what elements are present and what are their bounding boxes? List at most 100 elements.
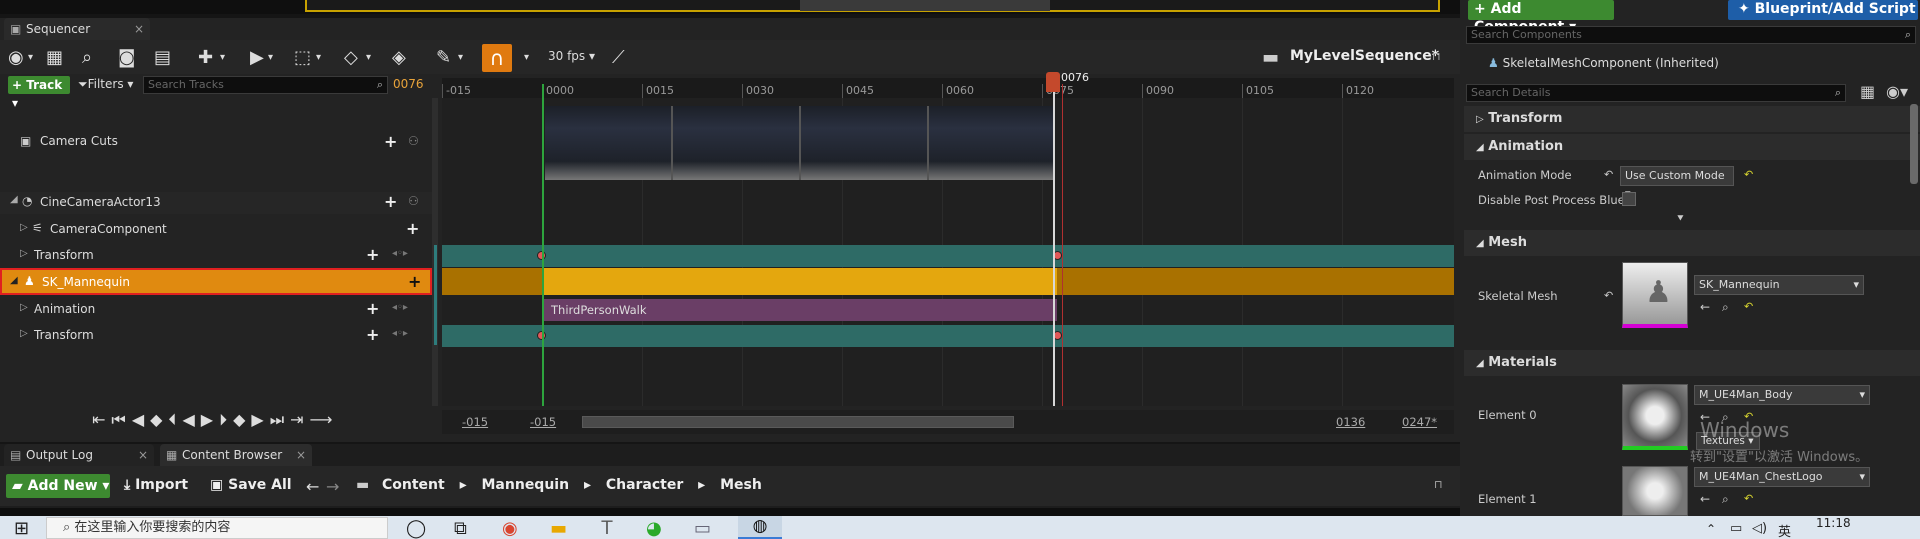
reset-icon[interactable]: ↶	[1604, 289, 1613, 302]
render-movie-icon[interactable]: ▤	[154, 48, 171, 68]
collapse-arrow-icon[interactable]: ▷	[20, 302, 28, 313]
section-animation[interactable]: ◢ Animation	[1464, 134, 1920, 160]
transform-track-bar[interactable]	[442, 325, 1454, 347]
speaker-icon[interactable]: ◁)	[1752, 521, 1767, 536]
tray-up-arrow-icon[interactable]: ⌃	[1706, 522, 1716, 536]
selection-icon[interactable]: ⬚	[294, 48, 311, 68]
tab-output-log[interactable]: ▤ Output Log ×	[4, 444, 154, 466]
breadcrumb-mesh[interactable]: Mesh	[720, 477, 762, 493]
task-view-icon[interactable]: ⧉	[454, 519, 467, 539]
curve-editor-icon[interactable]: ⟋	[612, 48, 625, 68]
cortana-icon[interactable]: ◯	[406, 519, 426, 539]
browse-icon[interactable]: ⌕	[1722, 300, 1729, 315]
key-nav-icon[interactable]: ◂◦▸	[392, 328, 408, 339]
save-icon[interactable]: ▦	[46, 48, 63, 68]
chevron-down-icon[interactable]: ▾	[366, 48, 371, 68]
forward-arrow-icon[interactable]: →	[326, 477, 339, 496]
text-editor-icon[interactable]: Ｔ	[598, 519, 616, 539]
search-details-input[interactable]: Search Details ⌕	[1466, 84, 1846, 102]
add-icon[interactable]: +	[366, 325, 379, 344]
expand-arrow-icon[interactable]: ◢	[10, 194, 18, 205]
track-camera-cuts[interactable]: ▣ Camera Cuts + ⚇	[0, 108, 432, 178]
disable-post-process-checkbox[interactable]	[1622, 192, 1636, 206]
key-nav-icon[interactable]: ◂◦▸	[392, 302, 408, 313]
range-start-work[interactable]: -015	[530, 415, 556, 429]
start-marker[interactable]	[542, 84, 544, 406]
track-sk-mannequin[interactable]: ◢ ♟ SK_Mannequin +	[0, 268, 432, 295]
camera-cut-section[interactable]	[545, 106, 1053, 180]
prev-key-icon[interactable]: ⏮	[111, 410, 131, 429]
add-icon[interactable]: +	[366, 299, 379, 318]
range-end-view[interactable]: 0247*	[1402, 415, 1437, 429]
next-key-icon[interactable]: ⏭	[270, 410, 290, 429]
wechat-icon[interactable]: ◕	[646, 519, 662, 539]
unreal-engine-taskbar-button[interactable]: ◍	[738, 516, 782, 539]
to-end-icon[interactable]: ⇥	[290, 410, 309, 429]
lock-icon[interactable]: ⊓	[1434, 478, 1443, 491]
loop-icon[interactable]: ⟶	[310, 410, 339, 429]
to-start-icon[interactable]: ⇤	[92, 410, 111, 429]
settings-wrench-icon[interactable]: ✚	[198, 48, 213, 68]
skeletal-mesh-thumbnail[interactable]: ♟	[1622, 262, 1688, 328]
chevron-down-icon[interactable]: ▾	[316, 48, 321, 68]
add-icon[interactable]: +	[384, 132, 397, 151]
reset-arrow-icon[interactable]: ↶	[1744, 168, 1753, 181]
expand-arrow-icon[interactable]: ◢	[10, 275, 18, 286]
add-new-button[interactable]: ▰ Add New ▾	[6, 474, 110, 498]
details-scrollbar[interactable]	[1910, 104, 1918, 184]
lock-icon[interactable]: ⊓	[1432, 50, 1441, 63]
back-arrow-icon[interactable]: ←	[306, 477, 319, 496]
snap-magnet-icon[interactable]: ∩	[482, 44, 512, 72]
taskbar-search-input[interactable]: ⌕ 在这里输入你要搜索的内容	[46, 517, 388, 539]
range-end-work[interactable]: 0136	[1336, 415, 1365, 429]
chevron-down-icon[interactable]: ▾	[458, 48, 463, 68]
close-icon[interactable]: ×	[138, 444, 148, 466]
end-marker[interactable]	[1062, 84, 1063, 406]
view-options-icon[interactable]: ▦	[1860, 82, 1875, 101]
animation-mode-dropdown[interactable]: Use Custom Mode ▾	[1620, 166, 1734, 200]
range-start-view[interactable]: -015	[462, 415, 488, 429]
element0-thumbnail[interactable]	[1622, 384, 1688, 450]
section-materials[interactable]: ◢ Materials	[1464, 350, 1920, 376]
element1-dropdown[interactable]: M_UE4Man_ChestLogo ▾	[1694, 467, 1870, 487]
fps-dropdown[interactable]: 30 fps ▾	[548, 49, 595, 63]
reverse-play-icon[interactable]: ◀	[182, 410, 200, 429]
next-frame-icon[interactable]: ⏵	[219, 410, 233, 429]
network-icon[interactable]: ▭	[1730, 521, 1742, 536]
search-tracks-input[interactable]: Search Tracks ⌕	[143, 76, 388, 94]
close-icon[interactable]: ×	[134, 18, 144, 40]
sk-mannequin-section[interactable]	[543, 268, 1057, 295]
collapse-arrow-icon[interactable]: ▷	[20, 328, 28, 339]
save-all-button[interactable]: ▣ Save All	[210, 477, 292, 493]
element1-thumbnail[interactable]	[1622, 466, 1688, 516]
track-animation[interactable]: ▷ Animation + ◂◦▸	[0, 299, 432, 321]
file-explorer-icon[interactable]: ▬	[550, 519, 567, 539]
collapse-arrow-icon[interactable]: ▷	[20, 222, 28, 233]
camera-lock-icon[interactable]: ⚇	[408, 194, 419, 208]
filters-button[interactable]: ⏷Filters ▾	[78, 77, 133, 92]
anim-clip-section[interactable]: ThirdPersonWalk	[543, 299, 1057, 321]
chevron-down-icon[interactable]: ▾	[524, 48, 529, 68]
timeline-scrollbar[interactable]	[582, 416, 1014, 428]
playhead[interactable]	[1053, 84, 1055, 406]
section-transform[interactable]: ▷ Transform	[1464, 106, 1920, 132]
expand-advanced-icon[interactable]: ⯆	[1676, 212, 1685, 226]
track-cameracomponent[interactable]: ▷ ⚟ CameraComponent +	[0, 219, 432, 241]
breadcrumb-mannequin[interactable]: Mannequin	[482, 477, 570, 493]
edit-pencil-icon[interactable]: ✎	[436, 48, 451, 68]
tab-sequencer[interactable]: ▣ Sequencer ×	[4, 18, 150, 40]
play-icon[interactable]: ▶	[250, 48, 264, 68]
chevron-down-icon[interactable]: ▾	[268, 48, 273, 68]
skeletal-mesh-dropdown[interactable]: SK_Mannequin ▾	[1694, 275, 1864, 295]
play-icon[interactable]: ▶	[201, 410, 219, 429]
blueprint-add-script-button[interactable]: ✦ Blueprint/Add Script	[1728, 0, 1918, 20]
browse-icon[interactable]: ⌕	[1722, 492, 1729, 507]
track-transform[interactable]: ▷ Transform + ◂◦▸	[0, 325, 432, 347]
key-nav-icon[interactable]: ◂◦▸	[392, 248, 408, 259]
prev-frame-icon[interactable]: ⏴	[168, 410, 182, 429]
track-cinecameraactor13[interactable]: ◢ ◔ CineCameraActor13 + ⚇	[0, 192, 432, 214]
breadcrumb-content[interactable]: Content	[382, 477, 445, 493]
add-icon[interactable]: +	[384, 192, 397, 211]
windows-start-icon[interactable]: ⊞	[14, 519, 29, 539]
step-forward-icon[interactable]: ◆▶	[233, 410, 270, 429]
